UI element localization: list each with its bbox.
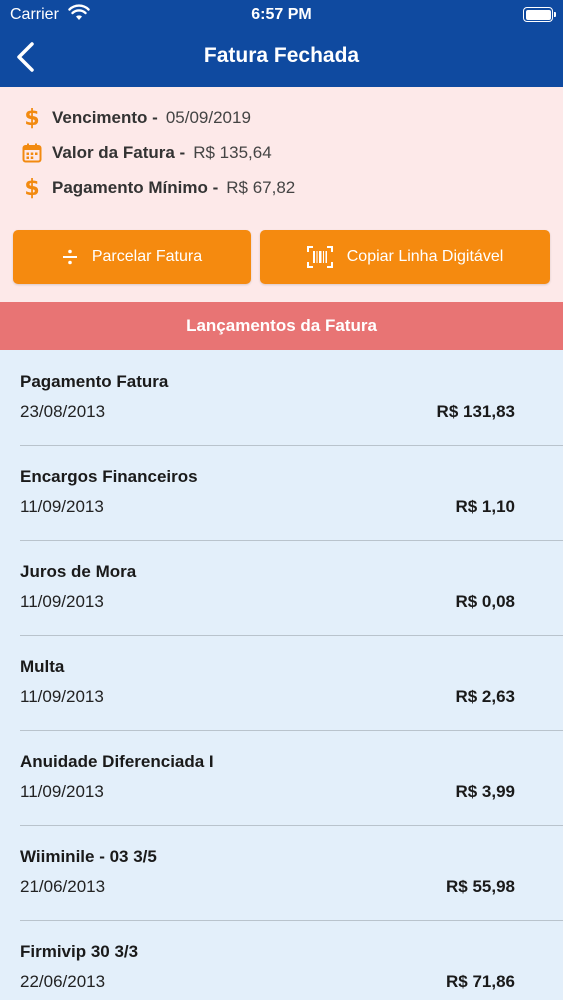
minimum-payment-label: Pagamento Mínimo - <box>52 178 219 197</box>
transactions-list: Pagamento Fatura 23/08/2013 R$ 131,83 En… <box>0 350 563 1000</box>
invoice-summary: $ Vencimento - 05/09/2019 Valor da Fatur… <box>0 87 563 302</box>
status-time: 6:57 PM <box>251 6 312 23</box>
transaction-amount: R$ 1,10 <box>455 497 515 516</box>
transaction-date: 23/08/2013 <box>20 402 106 421</box>
dollar-icon: $ <box>24 105 40 131</box>
transaction-amount: R$ 2,63 <box>455 687 515 706</box>
list-item[interactable]: Pagamento Fatura 23/08/2013 R$ 131,83 <box>0 350 563 446</box>
parcelar-fatura-button[interactable]: Parcelar Fatura <box>13 230 251 284</box>
transaction-date: 11/09/2013 <box>20 782 104 801</box>
transaction-amount: R$ 71,86 <box>446 972 515 991</box>
transaction-name: Firmivip 30 3/3 <box>20 942 139 961</box>
battery-icon <box>523 7 556 22</box>
due-date-label: Vencimento - <box>52 108 158 127</box>
transaction-date: 21/06/2013 <box>20 877 106 896</box>
transaction-name: Juros de Mora <box>20 562 137 581</box>
calendar-icon <box>20 141 44 165</box>
copiar-linha-digitavel-label: Copiar Linha Digitável <box>346 248 504 265</box>
list-item[interactable]: Encargos Financeiros 11/09/2013 R$ 1,10 <box>0 445 563 541</box>
transaction-amount: R$ 0,08 <box>455 592 515 611</box>
minimum-payment-row: $ Pagamento Mínimo - R$ 67,82 <box>20 174 295 202</box>
transaction-amount: R$ 3,99 <box>455 782 515 801</box>
transaction-name: Wiiminile - 03 3/5 <box>20 847 157 866</box>
list-item[interactable]: Multa 11/09/2013 R$ 2,63 <box>0 635 563 731</box>
invoice-amount-row: Valor da Fatura - R$ 135,64 <box>20 139 272 167</box>
minimum-payment-value: R$ 67,82 <box>226 178 296 197</box>
app-header: Carrier 6:57 PM Fatura Fechada <box>0 0 563 87</box>
invoice-amount-label: Valor da Fatura - <box>52 143 186 162</box>
due-date-value: 05/09/2019 <box>165 108 251 127</box>
list-item[interactable]: Anuidade Diferenciada I 11/09/2013 R$ 3,… <box>0 730 563 826</box>
section-title: Lançamentos da Fatura <box>186 316 377 335</box>
status-bar: Carrier 6:57 PM <box>0 0 563 30</box>
transaction-date: 11/09/2013 <box>20 687 104 706</box>
copiar-linha-digitavel-button[interactable]: Copiar Linha Digitável <box>260 230 550 284</box>
transaction-date: 11/09/2013 <box>20 497 104 516</box>
transaction-amount: R$ 131,83 <box>436 402 515 421</box>
section-header: Lançamentos da Fatura <box>0 302 563 350</box>
invoice-amount-value: R$ 135,64 <box>193 143 272 162</box>
transaction-name: Pagamento Fatura <box>20 372 169 391</box>
due-date-row: $ Vencimento - 05/09/2019 <box>20 104 251 132</box>
parcelar-fatura-label: Parcelar Fatura <box>91 248 203 265</box>
barcode-scan-icon <box>306 245 333 269</box>
dollar-icon: $ <box>24 175 40 201</box>
transaction-name: Multa <box>20 657 65 676</box>
transaction-date: 11/09/2013 <box>20 592 104 611</box>
transaction-name: Anuidade Diferenciada I <box>20 752 214 771</box>
transaction-amount: R$ 55,98 <box>446 877 515 896</box>
list-item[interactable]: Wiiminile - 03 3/5 21/06/2013 R$ 55,98 <box>0 825 563 921</box>
page-title: Fatura Fechada <box>203 44 360 67</box>
transaction-name: Encargos Financeiros <box>20 467 198 486</box>
divide-icon <box>62 249 78 265</box>
list-item[interactable]: Juros de Mora 11/09/2013 R$ 0,08 <box>0 540 563 636</box>
transaction-date: 22/06/2013 <box>20 972 106 991</box>
list-item[interactable]: Firmivip 30 3/3 22/06/2013 R$ 71,86 <box>0 920 563 1000</box>
